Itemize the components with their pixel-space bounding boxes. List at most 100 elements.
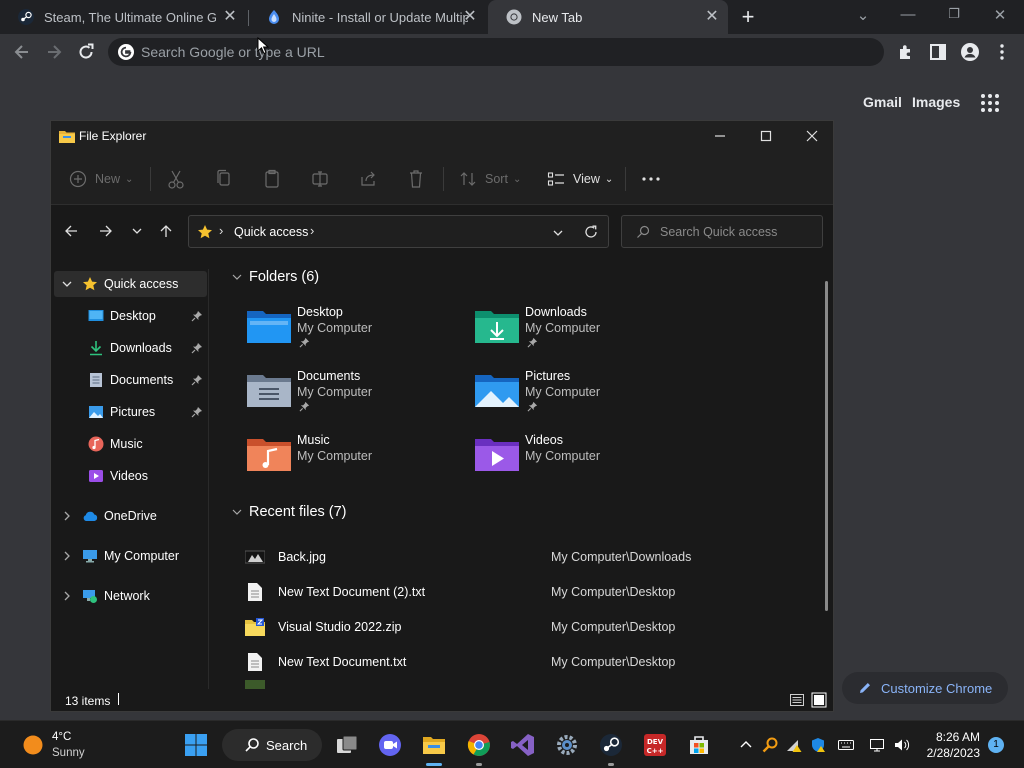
close-window-icon[interactable]: ✕ <box>990 6 1010 24</box>
nav-label: Quick access <box>104 277 179 291</box>
nav-documents[interactable]: Documents <box>54 367 207 393</box>
back-icon[interactable] <box>12 42 32 62</box>
network-warning-icon[interactable] <box>786 737 802 753</box>
address-bar[interactable]: › Quick access › <box>188 215 609 248</box>
nav-pictures[interactable]: Pictures <box>54 399 207 425</box>
taskbar-search-button[interactable]: Search <box>222 729 322 761</box>
nav-quick-access[interactable]: Quick access <box>54 271 207 297</box>
cut-icon[interactable] <box>167 168 185 190</box>
nav-downloads[interactable]: Downloads <box>54 335 207 361</box>
view-button[interactable]: View ⌄ <box>547 168 613 190</box>
maximize-icon[interactable] <box>757 127 775 145</box>
monitor-network-icon[interactable] <box>870 737 886 753</box>
star-icon <box>198 225 212 239</box>
nav-videos[interactable]: Videos <box>54 463 207 489</box>
file-explorer-taskbar-icon[interactable] <box>422 733 446 757</box>
recent-file-row[interactable]: New Text Document.txt My Computer\Deskto… <box>245 646 815 676</box>
folder-tile-pictures[interactable]: Pictures My Computer <box>475 369 695 425</box>
folder-tile-downloads[interactable]: Downloads My Computer <box>475 305 695 361</box>
volume-icon[interactable] <box>894 737 910 753</box>
folder-location: My Computer <box>525 449 601 463</box>
tab-search-icon[interactable]: ⌄ <box>853 6 873 24</box>
teams-chat-icon[interactable] <box>378 733 402 757</box>
minimize-icon[interactable] <box>711 127 729 145</box>
nav-my-computer[interactable]: My Computer <box>54 543 207 569</box>
windows-start-icon[interactable] <box>184 733 208 757</box>
search-box[interactable] <box>621 215 823 248</box>
microsoft-store-icon[interactable] <box>687 733 711 757</box>
recent-files-group-header[interactable]: Recent files (7) <box>231 504 347 520</box>
reload-icon[interactable] <box>76 42 96 62</box>
back-icon[interactable] <box>63 223 79 239</box>
omnibox[interactable] <box>108 38 884 66</box>
profile-icon[interactable] <box>960 42 980 62</box>
menu-icon[interactable] <box>992 42 1012 62</box>
refresh-icon[interactable] <box>583 224 599 240</box>
nav-onedrive[interactable]: OneDrive <box>54 503 207 529</box>
folders-group-header[interactable]: Folders (6) <box>231 269 319 285</box>
more-options-icon[interactable] <box>641 168 661 190</box>
task-view-icon[interactable] <box>335 733 359 757</box>
share-icon[interactable] <box>359 168 377 190</box>
close-icon[interactable]: ✕ <box>222 9 238 25</box>
images-link[interactable]: Images <box>912 94 960 110</box>
close-icon[interactable]: ✕ <box>704 9 720 25</box>
keyboard-icon[interactable] <box>838 737 854 753</box>
dev-cpp-icon[interactable]: DEVC++ <box>643 733 667 757</box>
forward-icon[interactable] <box>44 42 64 62</box>
visual-studio-icon[interactable] <box>511 733 535 757</box>
new-label: New <box>95 172 121 186</box>
delete-icon[interactable] <box>407 168 425 190</box>
extensions-icon[interactable] <box>896 42 916 62</box>
pencil-icon <box>860 683 870 693</box>
tab-ninite[interactable]: Ninite - Install or Update Multiple Apps… <box>248 0 486 34</box>
folder-tile-desktop[interactable]: Desktop My Computer <box>247 305 467 361</box>
copy-icon[interactable] <box>215 168 233 190</box>
restore-icon[interactable]: ❐ <box>944 6 964 22</box>
up-icon[interactable] <box>158 223 174 239</box>
search-magnifier-tray-icon[interactable] <box>762 737 778 753</box>
folder-tile-music[interactable]: Music My Computer <box>247 433 467 489</box>
tiles-view-icon[interactable] <box>811 692 827 708</box>
nav-music[interactable]: Music <box>54 431 207 457</box>
details-view-icon[interactable] <box>789 692 805 708</box>
recent-file-row[interactable]: New Text Document (2).txt My Computer\De… <box>245 576 815 606</box>
chrome-taskbar-icon[interactable] <box>467 733 491 757</box>
search-input[interactable] <box>660 216 818 247</box>
scrollbar[interactable] <box>825 281 828 611</box>
rename-icon[interactable] <box>311 168 329 190</box>
forward-icon[interactable] <box>98 223 114 239</box>
security-shield-icon[interactable] <box>810 737 826 753</box>
customize-chrome-button[interactable]: Customize Chrome <box>842 672 1008 704</box>
pane-splitter[interactable] <box>208 269 209 689</box>
nav-desktop[interactable]: Desktop <box>54 303 207 329</box>
recent-locations-icon[interactable] <box>129 223 145 239</box>
minimize-icon[interactable]: — <box>898 6 918 23</box>
notification-badge[interactable]: 1 <box>988 737 1004 753</box>
close-icon[interactable] <box>803 127 821 145</box>
chevron-up-icon[interactable] <box>738 737 754 753</box>
tab-new-tab[interactable]: New Tab ✕ <box>488 0 728 34</box>
folder-tile-documents[interactable]: Documents My Computer <box>247 369 467 425</box>
new-tab-button[interactable]: + <box>738 6 758 28</box>
nav-network[interactable]: Network <box>54 583 207 609</box>
folder-name: Documents <box>297 369 361 383</box>
music-icon <box>88 436 104 452</box>
sort-button[interactable]: Sort ⌄ <box>459 168 521 190</box>
close-icon[interactable]: ✕ <box>462 9 478 25</box>
gmail-link[interactable]: Gmail <box>863 94 902 110</box>
steam-taskbar-icon[interactable] <box>599 733 623 757</box>
omnibox-input[interactable] <box>141 38 841 66</box>
new-button[interactable]: New ⌄ <box>69 168 133 190</box>
system-clock[interactable]: 8:26 AM 2/28/2023 <box>916 729 980 761</box>
paste-icon[interactable] <box>263 168 281 190</box>
chevron-down-icon[interactable] <box>551 226 565 240</box>
recent-file-row[interactable]: Visual Studio 2022.zip My Computer\Deskt… <box>245 611 815 641</box>
folder-tile-videos[interactable]: Videos My Computer <box>475 433 695 489</box>
apps-grid-icon[interactable] <box>980 93 1000 113</box>
tab-steam[interactable]: Steam, The Ultimate Online Game Platform… <box>0 0 246 34</box>
settings-gear-icon[interactable] <box>555 733 579 757</box>
recent-file-row-partial[interactable] <box>245 677 815 689</box>
recent-file-row[interactable]: Back.jpg My Computer\Downloads <box>245 541 815 571</box>
side-panel-icon[interactable] <box>928 42 948 62</box>
